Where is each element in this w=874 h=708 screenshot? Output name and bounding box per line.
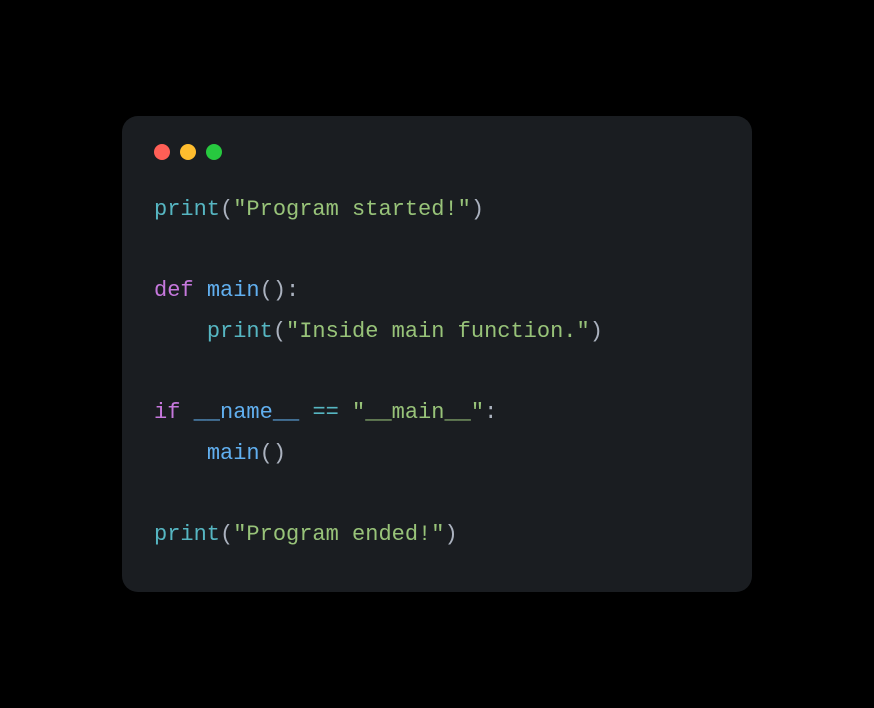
function-name: main [207, 278, 260, 303]
keyword-if: if [154, 400, 194, 425]
builtin-print: print [154, 197, 220, 222]
code-block: print("Program started!") def main(): pr… [154, 190, 720, 556]
paren-close: ) [471, 197, 484, 222]
string-literal: "Inside main function." [286, 319, 590, 344]
string-literal: "__main__" [352, 400, 484, 425]
indent [154, 441, 207, 466]
paren-close: ) [444, 522, 457, 547]
builtin-print: print [154, 522, 220, 547]
code-line: def main(): [154, 278, 299, 303]
code-line: print("Inside main function.") [154, 319, 603, 344]
code-window: print("Program started!") def main(): pr… [122, 116, 752, 592]
code-line: print("Program ended!") [154, 522, 458, 547]
maximize-icon[interactable] [206, 144, 222, 160]
code-line: print("Program started!") [154, 197, 484, 222]
minimize-icon[interactable] [180, 144, 196, 160]
close-icon[interactable] [154, 144, 170, 160]
colon: : [484, 400, 497, 425]
code-line: if __name__ == "__main__": [154, 400, 497, 425]
keyword-def: def [154, 278, 207, 303]
paren-open: ( [220, 522, 233, 547]
parens-colon: (): [260, 278, 300, 303]
indent [154, 319, 207, 344]
paren-close: ) [590, 319, 603, 344]
builtin-print: print [207, 319, 273, 344]
paren-open: ( [273, 319, 286, 344]
string-literal: "Program started!" [233, 197, 471, 222]
space [339, 400, 352, 425]
function-call: main [207, 441, 260, 466]
space [299, 400, 312, 425]
paren-open: ( [220, 197, 233, 222]
window-titlebar [154, 144, 720, 160]
parens: () [260, 441, 286, 466]
code-line: main() [154, 441, 286, 466]
string-literal: "Program ended!" [233, 522, 444, 547]
operator-eq: == [312, 400, 338, 425]
dunder-name: __name__ [194, 400, 300, 425]
